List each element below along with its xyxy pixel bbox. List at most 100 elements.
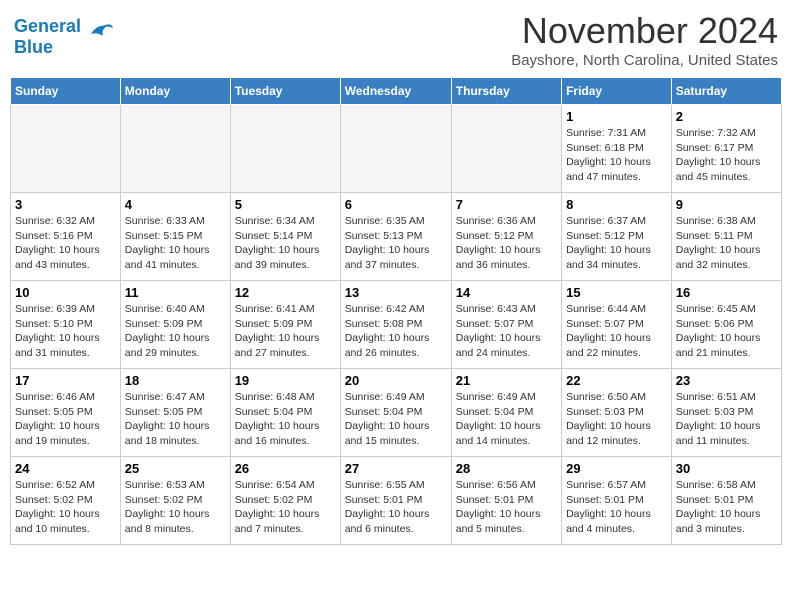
day-number: 27 [345, 461, 447, 476]
calendar-cell: 1 Sunrise: 7:31 AM Sunset: 6:18 PM Daylig… [562, 105, 672, 193]
calendar-cell: 8Sunrise: 6:37 AM Sunset: 5:12 PM Daylig… [562, 193, 672, 281]
day-info: Sunrise: 6:32 AM Sunset: 5:16 PM Dayligh… [15, 214, 116, 273]
day-info: Sunrise: 6:51 AM Sunset: 5:03 PM Dayligh… [676, 390, 777, 449]
day-info: Sunrise: 7:31 AM Sunset: 6:18 PM Dayligh… [566, 126, 667, 185]
calendar-cell: 25Sunrise: 6:53 AM Sunset: 5:02 PM Dayli… [120, 457, 230, 545]
week-row-5: 24 Sunrise: 6:52 AM Sunset: 5:02 PM Dayli… [11, 457, 782, 545]
logo: General Blue [14, 16, 115, 58]
calendar-cell: 12 Sunrise: 6:41 AM Sunset: 5:09 PM Dayli… [230, 281, 340, 369]
day-info: Sunrise: 6:48 AM Sunset: 5:04 PM Dayligh… [235, 390, 336, 449]
calendar-cell: 30 Sunrise: 6:58 AM Sunset: 5:01 PM Dayli… [671, 457, 781, 545]
day-number: 8 [566, 197, 667, 212]
day-number: 7 [456, 197, 557, 212]
day-info: Sunrise: 6:54 AM Sunset: 5:02 PM Dayligh… [235, 478, 336, 537]
calendar-cell: 24 Sunrise: 6:52 AM Sunset: 5:02 PM Dayli… [11, 457, 121, 545]
calendar-cell: 18 Sunrise: 6:47 AM Sunset: 5:05 PM Dayli… [120, 369, 230, 457]
page-header: General Blue November 2024 Bayshore, Nor… [10, 10, 782, 69]
calendar-cell: 23 Sunrise: 6:51 AM Sunset: 5:03 PM Dayli… [671, 369, 781, 457]
day-info: Sunrise: 6:38 AM Sunset: 5:11 PM Dayligh… [676, 214, 777, 273]
day-number: 2 [676, 109, 777, 124]
day-number: 1 [566, 109, 667, 124]
day-info: Sunrise: 6:47 AM Sunset: 5:05 PM Dayligh… [125, 390, 226, 449]
day-info: Sunrise: 6:42 AM Sunset: 5:08 PM Dayligh… [345, 302, 447, 361]
calendar-cell: 4 Sunrise: 6:33 AM Sunset: 5:15 PM Daylig… [120, 193, 230, 281]
calendar-cell: 16 Sunrise: 6:45 AM Sunset: 5:06 PM Dayli… [671, 281, 781, 369]
location-text: Bayshore, North Carolina, United States [511, 52, 778, 69]
calendar-cell: 27 Sunrise: 6:55 AM Sunset: 5:01 PM Dayli… [340, 457, 451, 545]
day-number: 5 [235, 197, 336, 212]
day-number: 6 [345, 197, 447, 212]
day-number: 13 [345, 285, 447, 300]
week-row-2: 3 Sunrise: 6:32 AM Sunset: 5:16 PM Daylig… [11, 193, 782, 281]
calendar-table: SundayMondayTuesdayWednesdayThursdayFrid… [10, 77, 782, 545]
day-number: 24 [15, 461, 116, 476]
day-info: Sunrise: 6:58 AM Sunset: 5:01 PM Dayligh… [676, 478, 777, 537]
day-info: Sunrise: 6:36 AM Sunset: 5:12 PM Dayligh… [456, 214, 557, 273]
calendar-cell: 29 Sunrise: 6:57 AM Sunset: 5:01 PM Dayli… [562, 457, 672, 545]
weekday-header-row: SundayMondayTuesdayWednesdayThursdayFrid… [11, 78, 782, 105]
day-number: 19 [235, 373, 336, 388]
day-number: 4 [125, 197, 226, 212]
calendar-cell: 9Sunrise: 6:38 AM Sunset: 5:11 PM Daylig… [671, 193, 781, 281]
day-number: 21 [456, 373, 557, 388]
day-number: 15 [566, 285, 667, 300]
day-info: Sunrise: 6:45 AM Sunset: 5:06 PM Dayligh… [676, 302, 777, 361]
calendar-cell: 15 Sunrise: 6:44 AM Sunset: 5:07 PM Dayli… [562, 281, 672, 369]
calendar-cell: 21 Sunrise: 6:49 AM Sunset: 5:04 PM Dayli… [451, 369, 561, 457]
weekday-header-sunday: Sunday [11, 78, 121, 105]
calendar-cell [451, 105, 561, 193]
day-number: 12 [235, 285, 336, 300]
week-row-3: 10 Sunrise: 6:39 AM Sunset: 5:10 PM Dayli… [11, 281, 782, 369]
day-info: Sunrise: 7:32 AM Sunset: 6:17 PM Dayligh… [676, 126, 777, 185]
day-info: Sunrise: 6:40 AM Sunset: 5:09 PM Dayligh… [125, 302, 226, 361]
day-number: 28 [456, 461, 557, 476]
day-number: 18 [125, 373, 226, 388]
day-number: 26 [235, 461, 336, 476]
week-row-1: 1 Sunrise: 7:31 AM Sunset: 6:18 PM Daylig… [11, 105, 782, 193]
day-number: 30 [676, 461, 777, 476]
calendar-cell: 28 Sunrise: 6:56 AM Sunset: 5:01 PM Dayli… [451, 457, 561, 545]
day-info: Sunrise: 6:56 AM Sunset: 5:01 PM Dayligh… [456, 478, 557, 537]
weekday-header-monday: Monday [120, 78, 230, 105]
day-number: 29 [566, 461, 667, 476]
title-block: November 2024 Bayshore, North Carolina, … [511, 10, 778, 69]
day-number: 17 [15, 373, 116, 388]
calendar-cell: 17 Sunrise: 6:46 AM Sunset: 5:05 PM Dayli… [11, 369, 121, 457]
day-number: 23 [676, 373, 777, 388]
calendar-cell [11, 105, 121, 193]
day-info: Sunrise: 6:33 AM Sunset: 5:15 PM Dayligh… [125, 214, 226, 273]
day-info: Sunrise: 6:57 AM Sunset: 5:01 PM Dayligh… [566, 478, 667, 537]
logo-bird-icon [83, 16, 115, 48]
month-title: November 2024 [511, 10, 778, 52]
calendar-cell: 11 Sunrise: 6:40 AM Sunset: 5:09 PM Dayli… [120, 281, 230, 369]
day-number: 3 [15, 197, 116, 212]
calendar-cell [230, 105, 340, 193]
day-number: 20 [345, 373, 447, 388]
calendar-cell: 3 Sunrise: 6:32 AM Sunset: 5:16 PM Daylig… [11, 193, 121, 281]
calendar-cell [340, 105, 451, 193]
weekday-header-saturday: Saturday [671, 78, 781, 105]
day-number: 14 [456, 285, 557, 300]
day-number: 16 [676, 285, 777, 300]
calendar-cell: 5Sunrise: 6:34 AM Sunset: 5:14 PM Daylig… [230, 193, 340, 281]
day-info: Sunrise: 6:35 AM Sunset: 5:13 PM Dayligh… [345, 214, 447, 273]
logo-text: General Blue [14, 16, 81, 58]
calendar-cell: 13 Sunrise: 6:42 AM Sunset: 5:08 PM Dayli… [340, 281, 451, 369]
day-info: Sunrise: 6:44 AM Sunset: 5:07 PM Dayligh… [566, 302, 667, 361]
day-info: Sunrise: 6:39 AM Sunset: 5:10 PM Dayligh… [15, 302, 116, 361]
day-info: Sunrise: 6:53 AM Sunset: 5:02 PM Dayligh… [125, 478, 226, 537]
calendar-cell: 6 Sunrise: 6:35 AM Sunset: 5:13 PM Daylig… [340, 193, 451, 281]
day-number: 10 [15, 285, 116, 300]
day-info: Sunrise: 6:49 AM Sunset: 5:04 PM Dayligh… [456, 390, 557, 449]
weekday-header-thursday: Thursday [451, 78, 561, 105]
weekday-header-tuesday: Tuesday [230, 78, 340, 105]
day-info: Sunrise: 6:41 AM Sunset: 5:09 PM Dayligh… [235, 302, 336, 361]
calendar-cell: 19 Sunrise: 6:48 AM Sunset: 5:04 PM Dayli… [230, 369, 340, 457]
day-info: Sunrise: 6:43 AM Sunset: 5:07 PM Dayligh… [456, 302, 557, 361]
day-info: Sunrise: 6:49 AM Sunset: 5:04 PM Dayligh… [345, 390, 447, 449]
day-number: 11 [125, 285, 226, 300]
day-info: Sunrise: 6:52 AM Sunset: 5:02 PM Dayligh… [15, 478, 116, 537]
day-info: Sunrise: 6:50 AM Sunset: 5:03 PM Dayligh… [566, 390, 667, 449]
day-info: Sunrise: 6:55 AM Sunset: 5:01 PM Dayligh… [345, 478, 447, 537]
day-info: Sunrise: 6:46 AM Sunset: 5:05 PM Dayligh… [15, 390, 116, 449]
